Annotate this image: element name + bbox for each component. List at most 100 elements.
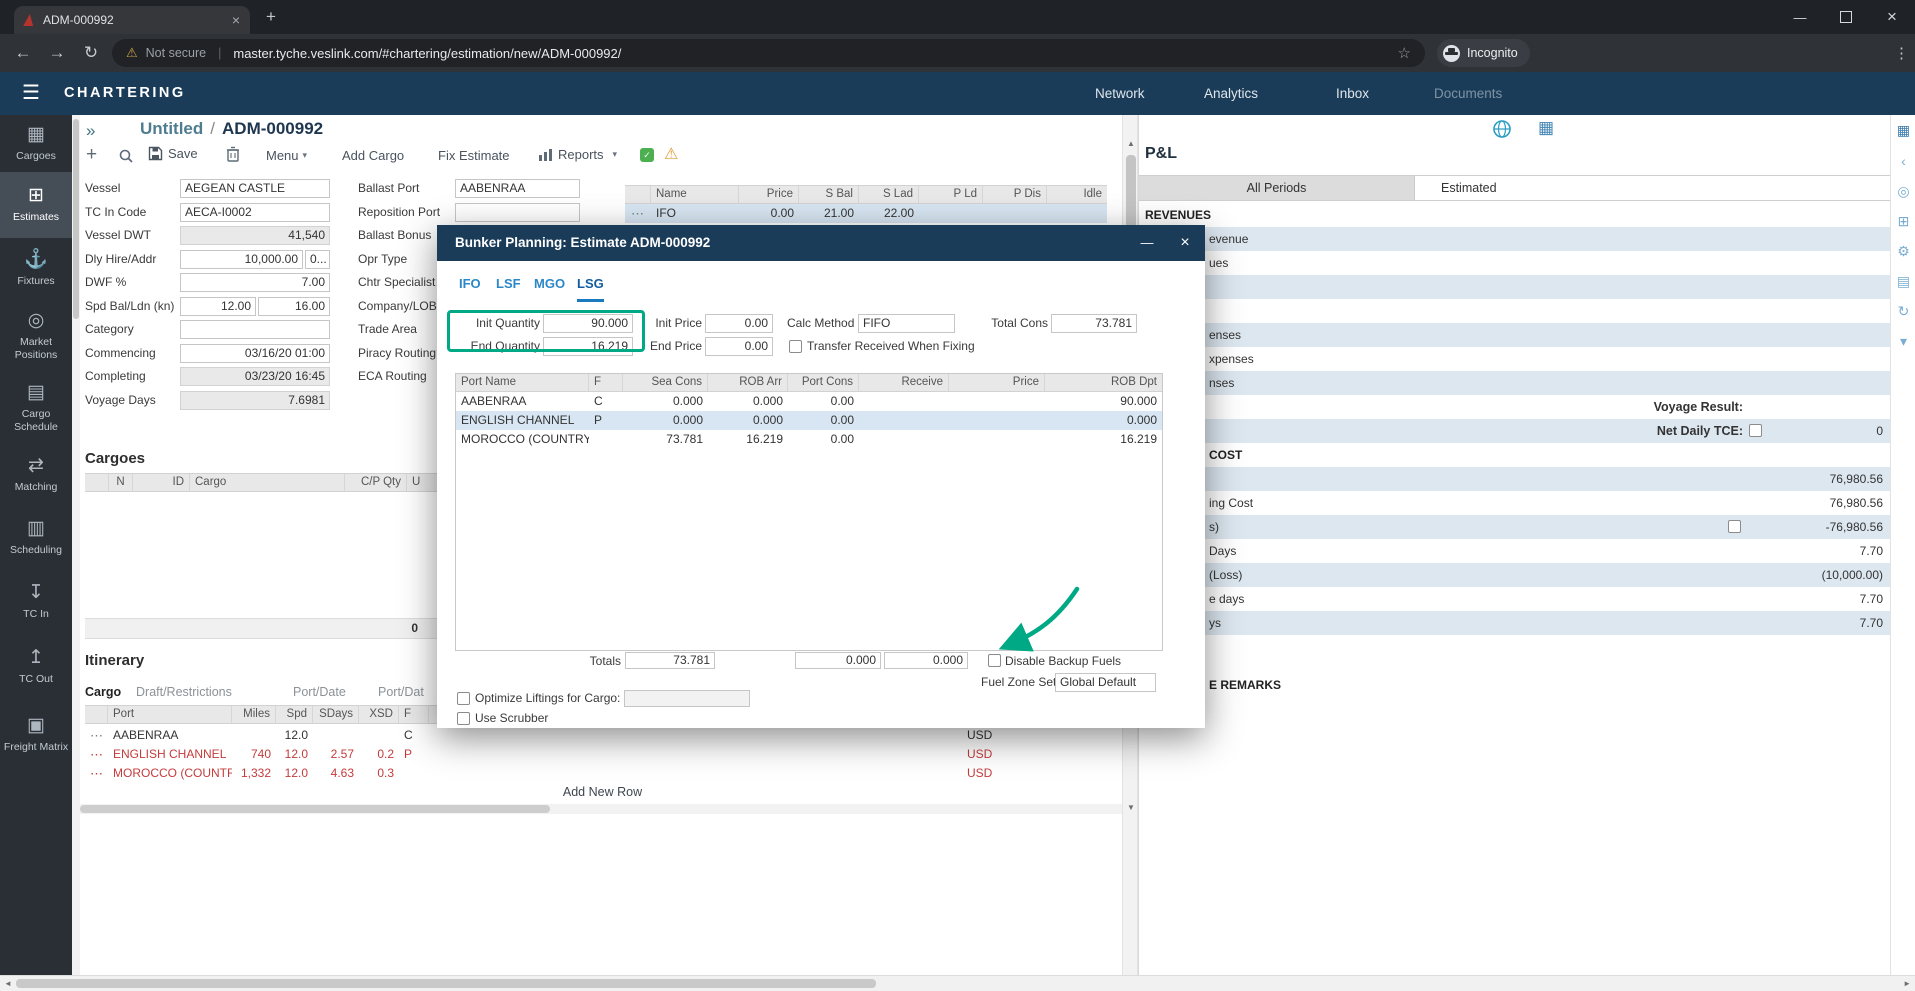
nav-inbox[interactable]: Inbox [1336,72,1369,115]
add-new-row-button[interactable]: Add New Row [85,785,1120,799]
col-rob-dpt[interactable]: ROB Dpt [1045,374,1162,391]
nav-network[interactable]: Network [1095,72,1145,115]
list-icon[interactable]: ▤ [1891,273,1915,290]
add-cargo-button[interactable]: Add Cargo [342,148,404,163]
itinerary-row[interactable]: ⋯ AABENRAA 12.0 C USD [85,726,1120,745]
col-s-bal[interactable]: S Bal [799,186,859,203]
sidebar-item-cargoes[interactable]: ▦ Cargoes [0,115,72,172]
col-s-lad[interactable]: S Lad [859,186,919,203]
sidebar-item-freight-matrix[interactable]: ▣ Freight Matrix [0,700,72,770]
col-id[interactable]: ID [133,474,190,491]
forward-button[interactable]: → [40,43,74,63]
fix-estimate-button[interactable]: Fix Estimate [438,148,510,163]
reload-button[interactable]: ↻ [74,43,108,63]
row-handle-icon[interactable]: ⋯ [85,726,108,745]
net-daily-tce-checkbox[interactable] [1749,424,1762,437]
add-row-button[interactable]: + [86,144,97,166]
sidebar-item-matching[interactable]: ⇄ Matching [0,444,72,506]
init-price-field[interactable]: 0.00 [705,314,773,333]
browser-tab[interactable]: ADM-000992 × [14,6,250,34]
fuel-tab-ifo[interactable]: IFO [459,275,481,299]
validation-warning-icon[interactable]: ⚠ [664,144,678,164]
bunker-row[interactable]: AABENRAA C 0.000 0.000 0.00 90.000 [456,392,1162,411]
col-sea-cons[interactable]: Sea Cons [623,374,708,391]
col-port-cons[interactable]: Port Cons [788,374,859,391]
dwf-field[interactable]: 7.00 [180,273,330,292]
spd-laden-field[interactable]: 16.00 [258,297,330,316]
scroll-left-icon[interactable]: ◄ [4,979,12,988]
apps-grid-icon[interactable]: ▦ [1891,122,1915,139]
save-button[interactable]: Save [148,146,198,161]
dly-hire-field[interactable]: 10,000.00 [180,250,303,269]
col-cargo[interactable]: Cargo [190,474,345,491]
window-maximize-button[interactable] [1823,0,1869,34]
vessel-field[interactable]: AEGEAN CASTLE [180,179,330,198]
delete-icon[interactable] [226,146,240,165]
refresh-icon[interactable]: ↻ [1891,303,1915,320]
itinerary-tab-port-dat[interactable]: Port/Dat [378,685,424,699]
menu-button[interactable]: Menu ▾ [266,148,307,163]
not-secure-label[interactable]: Not secure [146,46,206,60]
fuel-tab-lsf[interactable]: LSF [496,275,521,299]
scroll-right-icon[interactable]: ► [1903,979,1911,988]
col-f[interactable]: F [589,374,623,391]
browser-menu-icon[interactable]: ⋮ [1894,44,1909,62]
itinerary-hscrollbar[interactable] [80,804,1122,814]
col-port-name[interactable]: Port Name [456,374,589,391]
cost-row-checkbox[interactable] [1728,520,1741,533]
url-text[interactable]: master.tyche.veslink.com/#chartering/est… [233,46,621,61]
bunker-row[interactable]: MOROCCO (COUNTRY) 73.781 16.219 0.00 16.… [456,430,1162,449]
sidebar-item-scheduling[interactable]: ▥ Scheduling [0,506,72,570]
itinerary-tab-port-date[interactable]: Port/Date [293,685,346,699]
col-miles[interactable]: Miles [232,706,276,723]
col-idle[interactable]: Idle [1047,186,1107,203]
itinerary-row[interactable]: ⋯ MOROCCO (COUNTRY 1,332 12.0 4.63 0.3 U… [85,764,1120,783]
col-spd[interactable]: Spd [276,706,313,723]
box-icon[interactable]: ⊞ [1891,213,1915,230]
col-port[interactable]: Port [108,706,232,723]
row-handle-icon[interactable]: ⋯ [85,764,108,783]
commencing-field[interactable]: 03/16/20 01:00 [180,344,330,363]
scroll-up-icon[interactable]: ▲ [1123,139,1139,148]
col-f[interactable]: F [399,706,429,723]
hscroll-thumb[interactable] [16,979,876,988]
gear-icon[interactable]: ⚙ [1891,243,1915,260]
tc-in-code-field[interactable]: AECA-I0002 [180,203,330,222]
transfer-received-checkbox[interactable] [789,340,802,353]
new-tab-button[interactable]: + [266,7,276,27]
chevron-down-icon[interactable]: ▾ [1891,333,1915,350]
expand-panel-icon[interactable]: » [86,121,95,141]
spd-ballast-field[interactable]: 12.00 [180,297,256,316]
sidebar-item-tc-in[interactable]: ↧ TC In [0,570,72,634]
bunker-row[interactable]: ENGLISH CHANNEL P 0.000 0.000 0.00 0.000 [456,411,1162,430]
search-icon[interactable] [118,148,134,167]
row-handle-icon[interactable]: ⋯ [85,745,108,764]
collapse-panel-icon[interactable]: ‹ [1891,153,1915,169]
scroll-down-icon[interactable]: ▼ [1123,803,1139,812]
dialog-close-button[interactable]: × [1173,225,1197,261]
col-cp-qty[interactable]: C/P Qty [345,474,407,491]
col-sdays[interactable]: SDays [313,706,359,723]
calc-method-field[interactable]: FIFO [858,314,955,333]
ballast-port-field[interactable]: AABENRAA [455,179,580,198]
page-hscrollbar[interactable]: ◄ ► [0,975,1915,991]
back-button[interactable]: ← [6,43,40,63]
col-p-dis[interactable]: P Dis [983,186,1047,203]
dialog-header[interactable]: Bunker Planning: Estimate ADM-000992 — × [437,225,1205,261]
sidebar-item-cargo-schedule[interactable]: ▤ Cargo Schedule [0,372,72,444]
bookmark-star-icon[interactable]: ☆ [1398,44,1411,62]
use-scrubber-checkbox[interactable] [457,712,470,725]
reports-button[interactable]: Reports ▾ [538,147,617,162]
col-name[interactable]: Name [651,186,739,203]
fuel-tab-lsg[interactable]: LSG [577,275,604,302]
sidebar-item-fixtures[interactable]: ⚓ Fixtures [0,238,72,300]
itinerary-row[interactable]: ⋯ ENGLISH CHANNEL 740 12.0 2.57 0.2 P US… [85,745,1120,764]
tab-close-icon[interactable]: × [232,12,240,28]
breadcrumb-untitled[interactable]: Untitled [140,119,203,139]
category-field[interactable] [180,320,330,339]
col-rob-arr[interactable]: ROB Arr [708,374,788,391]
col-xsd[interactable]: XSD [359,706,399,723]
col-p-ld[interactable]: P Ld [919,186,983,203]
window-close-button[interactable]: × [1869,0,1915,34]
dialog-minimize-button[interactable]: — [1135,225,1159,261]
